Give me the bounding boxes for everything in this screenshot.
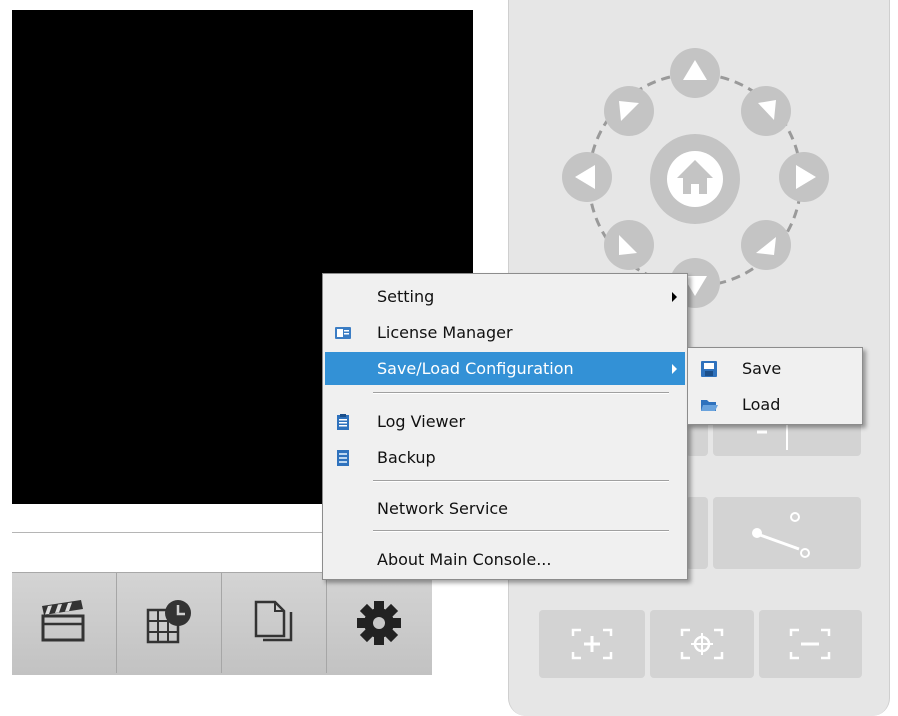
menu-item-label: Save/Load Configuration [377, 359, 574, 378]
arrow-up-icon [683, 60, 707, 80]
zoom-in-icon [571, 628, 613, 660]
backup-server-icon [337, 450, 349, 466]
menu-item-about-main-console[interactable]: About Main Console... [325, 543, 685, 576]
copy-button[interactable] [222, 573, 327, 673]
menu-item-setting[interactable]: Setting [325, 280, 685, 313]
menu-separator [373, 480, 669, 482]
pan-up-button[interactable] [670, 48, 720, 98]
submenu-item-label: Load [742, 395, 781, 414]
menu-item-label: License Manager [377, 323, 513, 342]
arrow-up-right-icon [758, 100, 776, 120]
focus-center-button[interactable] [650, 610, 754, 678]
focus-center-icon [680, 628, 724, 660]
arrow-left-icon [575, 165, 595, 189]
save-load-submenu: Save Load [687, 347, 863, 425]
context-menu: Setting License Manager Save/Load Config… [322, 273, 688, 580]
ptz-home-button[interactable] [650, 134, 740, 224]
gear-icon [357, 601, 401, 645]
menu-item-label: Backup [377, 448, 436, 467]
submenu-arrow-icon [672, 364, 677, 374]
submenu-arrow-icon [672, 292, 677, 302]
clapperboard-icon [41, 600, 85, 642]
open-folder-icon [701, 400, 718, 411]
pan-down-left-button[interactable] [604, 220, 654, 270]
arrow-down-right-icon [756, 237, 776, 255]
home-icon [667, 151, 723, 207]
arrow-right-icon [796, 165, 816, 189]
menu-separator [373, 392, 669, 394]
pan-up-right-button[interactable] [741, 86, 791, 136]
clipboard-icon [337, 414, 349, 430]
menu-item-network-service[interactable]: Network Service [325, 492, 685, 525]
pan-down-right-button[interactable] [741, 220, 791, 270]
arrow-up-left-icon [619, 101, 639, 121]
schedule-button[interactable] [117, 573, 222, 673]
menu-separator [373, 530, 669, 532]
pan-left-button[interactable] [562, 152, 612, 202]
menu-item-log-viewer[interactable]: Log Viewer [325, 405, 685, 438]
menu-item-backup[interactable]: Backup [325, 441, 685, 474]
playback-button[interactable] [12, 573, 117, 673]
zoom-in-button[interactable] [539, 610, 645, 678]
floppy-disk-icon [701, 361, 717, 377]
menu-item-label: About Main Console... [377, 550, 552, 569]
menu-item-label: Network Service [377, 499, 509, 518]
submenu-item-label: Save [742, 359, 782, 378]
license-card-icon [335, 327, 351, 339]
copy-document-icon [254, 600, 293, 642]
menu-item-license-manager[interactable]: License Manager [325, 316, 685, 349]
zoom-out-button[interactable] [759, 610, 862, 678]
menu-item-label: Setting [377, 287, 435, 306]
bottom-toolbar [12, 572, 432, 675]
tour-path-icon [752, 512, 810, 558]
pan-up-left-button[interactable] [604, 86, 654, 136]
zoom-out-icon [789, 628, 831, 660]
submenu-item-load[interactable]: Load [690, 387, 860, 423]
schedule-grid-clock-icon [146, 600, 191, 644]
ptz-tour-button[interactable] [713, 497, 861, 569]
menu-item-label: Log Viewer [377, 412, 466, 431]
settings-button[interactable] [327, 573, 431, 673]
ptz-preset-key[interactable] [686, 497, 708, 569]
pan-right-button[interactable] [779, 152, 829, 202]
menu-item-save-load-configuration[interactable]: Save/Load Configuration [325, 352, 685, 385]
arrow-down-left-icon [619, 235, 637, 255]
submenu-item-save[interactable]: Save [690, 351, 860, 387]
